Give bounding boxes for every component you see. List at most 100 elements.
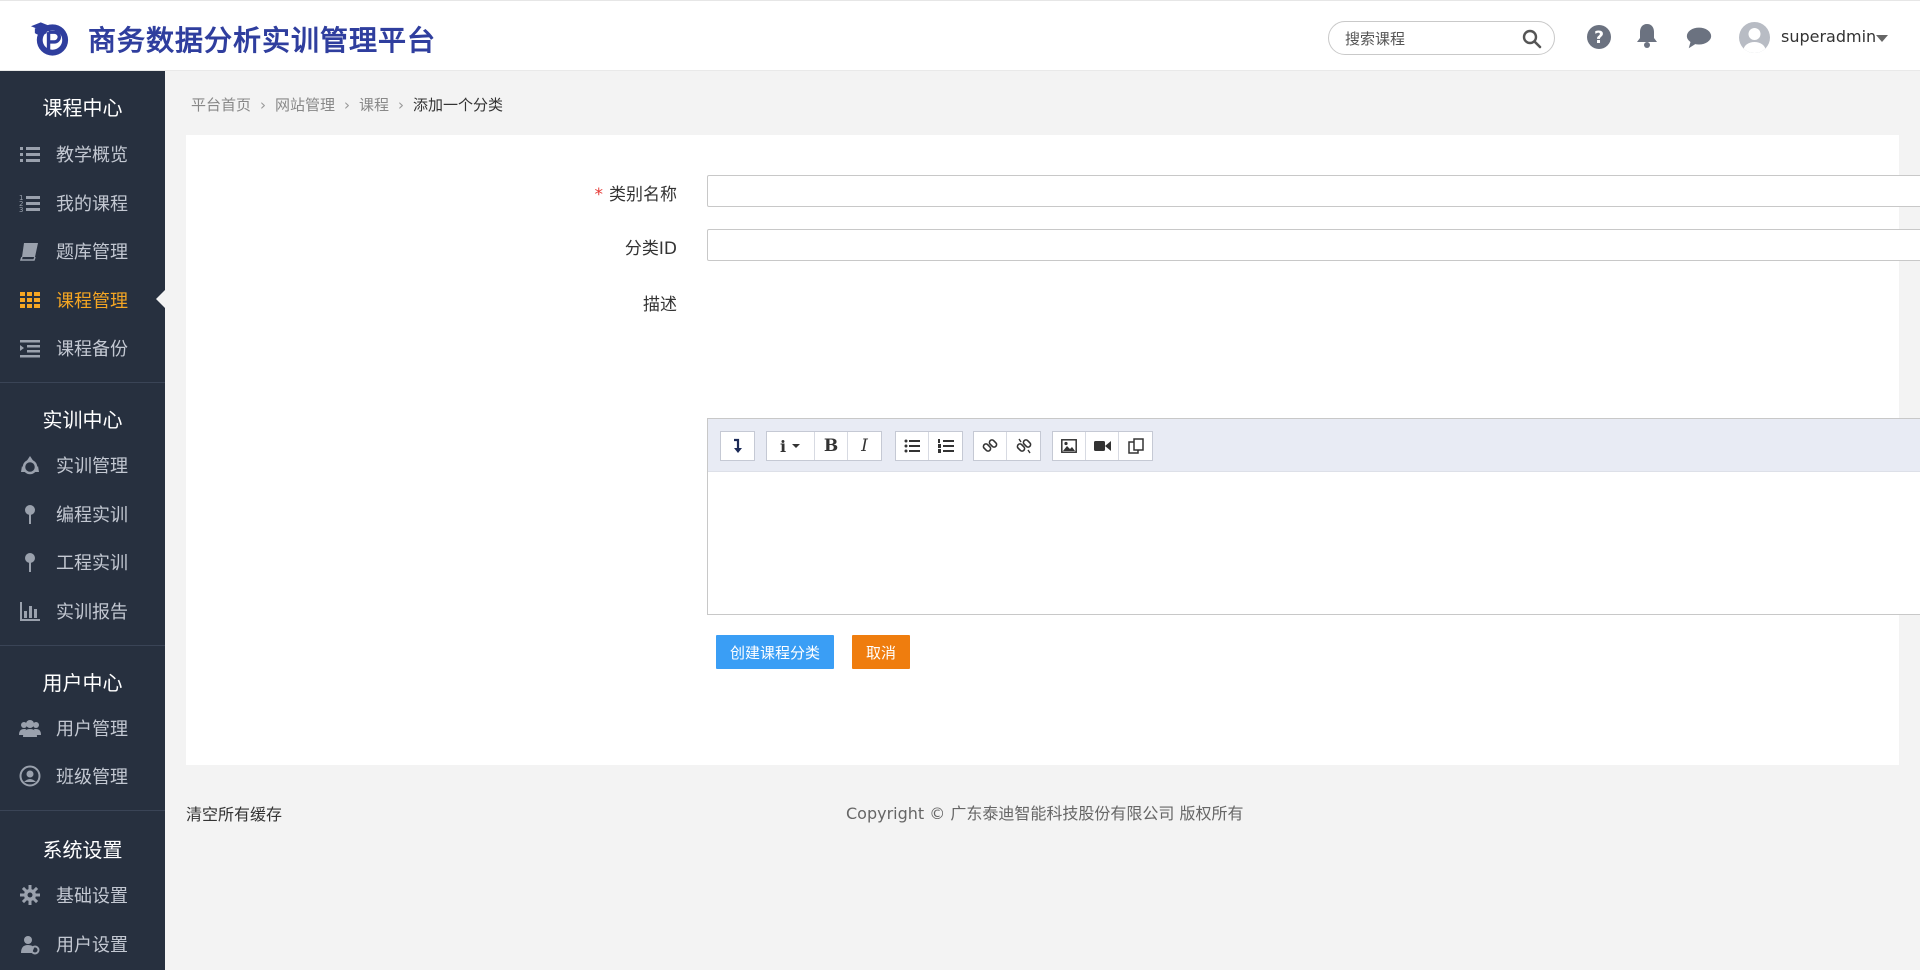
breadcrumb-site-management[interactable]: 网站管理 bbox=[275, 94, 335, 115]
sidebar-item-label: 课程备份 bbox=[56, 339, 128, 360]
recycle-icon bbox=[21, 456, 39, 475]
user-circle-icon bbox=[19, 765, 41, 787]
sidebar-item-training-management[interactable]: 实训管理 bbox=[0, 444, 165, 484]
toolbar-group-source bbox=[720, 431, 755, 461]
sidebar-item-label: 用户设置 bbox=[56, 935, 128, 956]
image-icon bbox=[1061, 439, 1077, 453]
toolbar-group-lists bbox=[895, 431, 963, 461]
svg-text:?: ? bbox=[1594, 28, 1604, 48]
toolbar-group-media bbox=[1052, 431, 1153, 461]
breadcrumb-home[interactable]: 平台首页 bbox=[191, 94, 251, 115]
sidebar-item-label: 实训报告 bbox=[56, 602, 128, 623]
required-mark: * bbox=[594, 185, 604, 205]
sidebar-item-label: 班级管理 bbox=[56, 767, 128, 788]
pin-icon bbox=[25, 553, 35, 572]
form-panel: * 类别名称 分类ID 描述 i B I 创建课程分类 取消 bbox=[186, 135, 1920, 765]
bullet-list-icon bbox=[904, 439, 920, 453]
description-label: 描述 bbox=[643, 295, 677, 315]
gear-icon bbox=[20, 885, 40, 905]
svg-text:3: 3 bbox=[19, 206, 23, 214]
chevron-right-icon: › bbox=[260, 96, 267, 114]
category-name-label-text: 类别名称 bbox=[609, 185, 677, 205]
sidebar-item-training-report[interactable]: 实训报告 bbox=[0, 590, 165, 630]
category-name-label: * 类别名称 bbox=[477, 180, 678, 205]
book-icon bbox=[19, 243, 38, 261]
return-arrow-icon bbox=[733, 438, 742, 453]
indent-icon bbox=[20, 340, 40, 358]
search-icon[interactable] bbox=[1522, 29, 1542, 49]
info-format-icon: i bbox=[779, 436, 787, 456]
sidebar-item-my-courses[interactable]: 1 2 3 我的课程 bbox=[0, 182, 165, 222]
create-category-button[interactable]: 创建课程分类 bbox=[716, 635, 834, 669]
sidebar-item-course-management[interactable]: 课程管理 bbox=[0, 279, 165, 319]
breadcrumb: 平台首页 › 网站管理 › 课程 › 添加一个分类 bbox=[191, 94, 503, 115]
category-id-input[interactable] bbox=[707, 229, 1920, 261]
copy-icon bbox=[1127, 438, 1144, 454]
numbered-list-icon: 1 2 3 bbox=[19, 194, 40, 214]
cancel-button[interactable]: 取消 bbox=[852, 635, 910, 669]
section-title-system-settings: 系统设置 bbox=[42, 838, 123, 862]
paragraph-format-button[interactable]: i bbox=[767, 432, 815, 460]
chevron-down-icon bbox=[792, 444, 801, 448]
section-title-training-center: 实训中心 bbox=[42, 408, 123, 432]
list-icon bbox=[20, 147, 40, 162]
message-icon[interactable] bbox=[1685, 23, 1713, 51]
link-icon bbox=[982, 439, 998, 452]
section-title-user-center: 用户中心 bbox=[42, 671, 123, 695]
bold-icon: B bbox=[823, 436, 839, 456]
paste-button[interactable] bbox=[1119, 432, 1152, 460]
sidebar-item-label: 用户管理 bbox=[56, 719, 128, 740]
chevron-right-icon: › bbox=[398, 96, 405, 114]
sidebar-item-label: 课程管理 bbox=[56, 291, 128, 312]
numbered-list-button[interactable] bbox=[929, 432, 962, 460]
chevron-down-icon[interactable] bbox=[1876, 35, 1888, 42]
bell-icon[interactable] bbox=[1633, 21, 1661, 49]
insert-link-button[interactable] bbox=[974, 432, 1007, 460]
help-icon[interactable]: ? bbox=[1585, 23, 1613, 51]
italic-button[interactable]: I bbox=[848, 432, 881, 460]
sidebar-divider bbox=[0, 382, 165, 383]
avatar[interactable] bbox=[1739, 22, 1770, 53]
pin-icon bbox=[25, 505, 35, 524]
category-name-input[interactable] bbox=[707, 175, 1920, 207]
sidebar-item-user-management[interactable]: 用户管理 bbox=[0, 707, 165, 747]
search-input[interactable] bbox=[1345, 28, 1515, 50]
sidebar-item-class-management[interactable]: 班级管理 bbox=[0, 755, 165, 795]
users-icon bbox=[19, 720, 41, 737]
chevron-right-icon: › bbox=[344, 96, 351, 114]
sidebar-item-teaching-overview[interactable]: 教学概览 bbox=[0, 133, 165, 173]
sidebar-item-label: 基础设置 bbox=[56, 886, 128, 907]
unlink-icon bbox=[1016, 438, 1031, 454]
description-textarea[interactable] bbox=[708, 473, 1920, 614]
sidebar-item-label: 工程实训 bbox=[56, 553, 128, 574]
bold-button[interactable]: B bbox=[815, 432, 848, 460]
sidebar-item-programming-training[interactable]: 编程实训 bbox=[0, 493, 165, 533]
sidebar-item-question-bank[interactable]: 题库管理 bbox=[0, 230, 165, 270]
sidebar-item-basic-settings[interactable]: 基础设置 bbox=[0, 874, 165, 914]
category-id-label: 分类ID bbox=[624, 239, 677, 259]
sidebar-divider bbox=[0, 810, 165, 811]
insert-video-button[interactable] bbox=[1086, 432, 1119, 460]
sidebar-item-user-settings[interactable]: 用户设置 bbox=[0, 923, 165, 963]
grid-icon bbox=[20, 292, 40, 308]
insert-image-button[interactable] bbox=[1053, 432, 1086, 460]
section-title-course-center: 课程中心 bbox=[42, 96, 123, 120]
username[interactable]: superadmin bbox=[1781, 27, 1876, 46]
source-toggle-button[interactable] bbox=[721, 432, 754, 460]
remove-link-button[interactable] bbox=[1007, 432, 1040, 460]
sidebar-item-engineering-training[interactable]: 工程实训 bbox=[0, 541, 165, 581]
clear-cache-link[interactable]: 清空所有缓存 bbox=[186, 801, 282, 825]
breadcrumb-course[interactable]: 课程 bbox=[359, 94, 389, 115]
sidebar-item-course-backup[interactable]: 课程备份 bbox=[0, 327, 165, 367]
sidebar-item-label: 教学概览 bbox=[56, 145, 128, 166]
numbered-list-icon bbox=[937, 439, 954, 453]
sidebar-item-label: 实训管理 bbox=[56, 456, 128, 477]
copyright-text: Copyright © 广东泰迪智能科技股份有限公司 版权所有 bbox=[846, 804, 1244, 823]
brand-logo-icon bbox=[30, 22, 69, 56]
rich-text-editor: i B I bbox=[707, 418, 1920, 615]
sidebar-divider bbox=[0, 645, 165, 646]
editor-toolbar: i B I bbox=[708, 419, 1920, 472]
bullet-list-button[interactable] bbox=[896, 432, 929, 460]
search-box bbox=[1328, 21, 1555, 55]
user-cog-icon bbox=[21, 936, 40, 955]
